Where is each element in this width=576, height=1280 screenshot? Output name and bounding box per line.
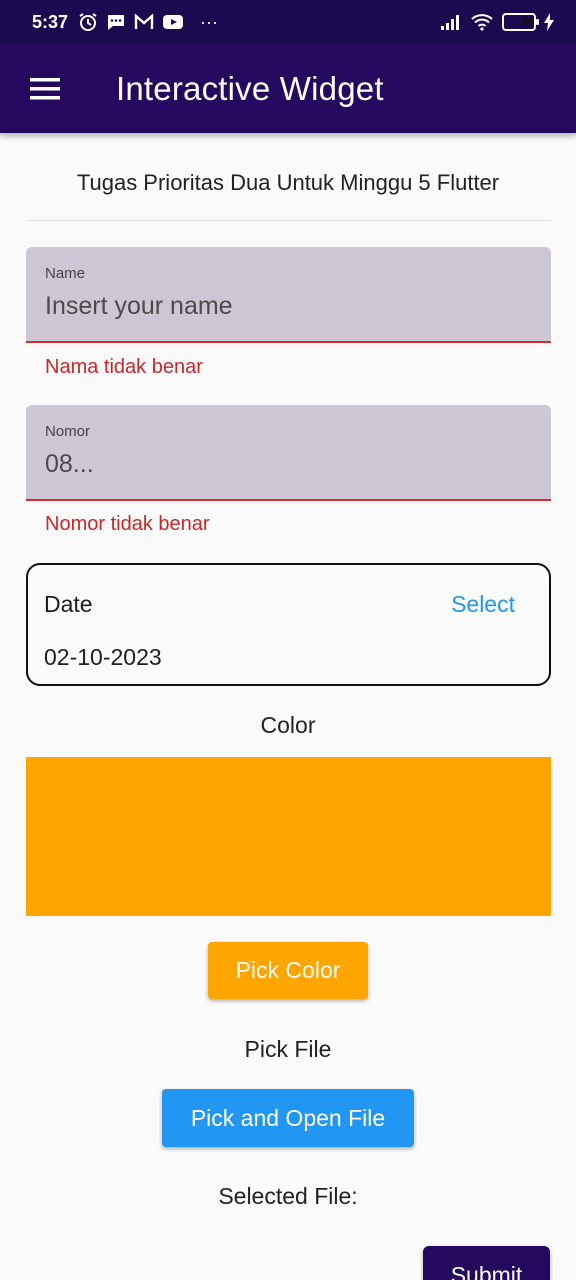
more-notifications: ··· — [200, 11, 219, 32]
number-field[interactable]: Nomor — [26, 405, 551, 501]
status-time: 5:37 — [32, 11, 69, 32]
date-value: 02-10-2023 — [44, 644, 162, 670]
name-field-label: Name — [45, 265, 86, 282]
pick-file-label: Pick File — [244, 1036, 332, 1062]
notification-icons: ··· — [78, 12, 218, 33]
signal-icon — [440, 14, 462, 30]
alarm-icon — [78, 12, 98, 32]
battery-level: 88 — [521, 16, 534, 28]
menu-button[interactable] — [0, 44, 90, 133]
page-subtitle: Tugas Prioritas Dua Untuk Minggu 5 Flutt… — [76, 170, 500, 195]
pick-and-open-file-button[interactable]: Pick and Open File — [162, 1089, 414, 1147]
app-bar: Interactive Widget — [0, 44, 576, 133]
number-error: Nomor tidak benar — [45, 513, 210, 535]
battery-icon: 88 — [502, 13, 539, 31]
date-label: Date — [44, 591, 93, 617]
hamburger-menu-icon — [30, 77, 60, 99]
color-label: Color — [260, 712, 316, 738]
color-preview — [26, 757, 551, 916]
charging-icon — [544, 13, 554, 31]
name-field[interactable]: Name — [26, 247, 551, 343]
date-card: Date Select 02-10-2023 — [26, 563, 551, 686]
app-title: Interactive Widget — [116, 69, 384, 107]
youtube-icon — [162, 13, 184, 31]
date-select-button[interactable]: Select — [451, 591, 515, 618]
message-icon — [106, 12, 126, 32]
divider — [26, 220, 551, 221]
name-input[interactable] — [45, 292, 532, 321]
submit-button[interactable]: Submit — [423, 1246, 550, 1280]
selected-file-label: Selected File: — [218, 1183, 358, 1209]
system-icons: 88 — [440, 13, 554, 31]
number-input[interactable] — [45, 450, 532, 479]
pick-color-button[interactable]: Pick Color — [208, 942, 368, 999]
number-field-label: Nomor — [45, 423, 91, 440]
status-bar: 5:37 ··· 88 — [0, 0, 576, 44]
gmail-icon — [134, 13, 154, 31]
wifi-icon — [470, 13, 494, 31]
name-error: Nama tidak benar — [45, 356, 203, 378]
